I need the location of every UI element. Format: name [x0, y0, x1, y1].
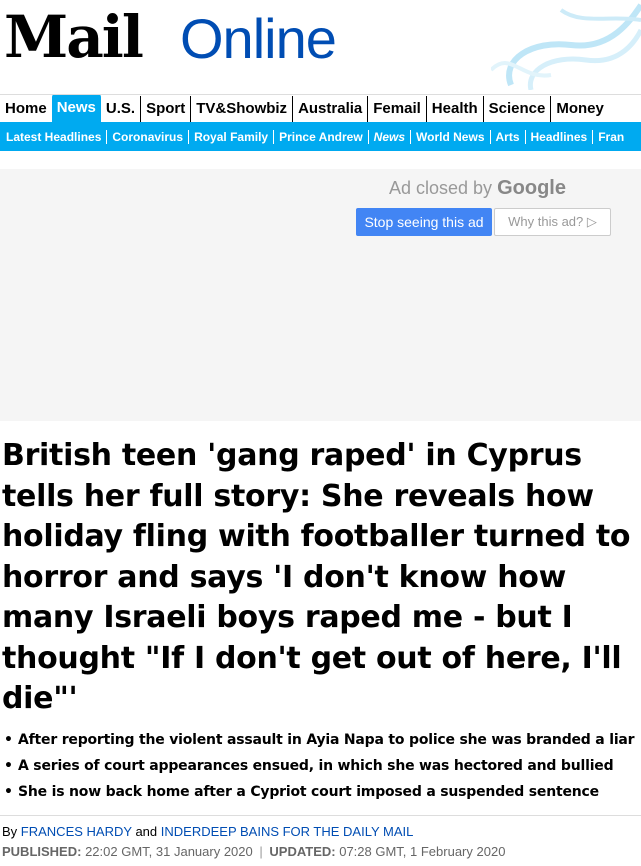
subnav-arts[interactable]: Arts	[489, 129, 525, 144]
author-link-frances-hardy[interactable]: FRANCES HARDY	[21, 824, 132, 839]
nav-femail[interactable]: Femail	[367, 96, 426, 122]
summary-bullet: A series of court appearances ensued, in…	[4, 753, 634, 779]
why-this-ad-label: Why this ad?	[508, 214, 584, 229]
decorative-swirl-icon	[491, 3, 641, 90]
byline-and: and	[135, 824, 158, 839]
stop-seeing-ad-button[interactable]: Stop seeing this ad	[356, 208, 492, 236]
byline-prefix: By	[2, 824, 18, 839]
subnav-latest-headlines[interactable]: Latest Headlines	[0, 130, 106, 144]
logo-online[interactable]: Online	[180, 4, 337, 74]
nav-australia[interactable]: Australia	[292, 96, 367, 122]
published-value: 22:02 GMT, 31 January 2020	[85, 844, 253, 859]
article-headline: British teen 'gang raped' in Cyprus tell…	[2, 438, 631, 716]
article-summary-list: After reporting the violent assault in A…	[4, 727, 635, 805]
nav-science[interactable]: Science	[482, 96, 551, 122]
ad-slot: Ad closed by Google Stop seeing this ad …	[0, 169, 641, 421]
nav-health[interactable]: Health	[425, 96, 483, 122]
subnav-news[interactable]: News	[367, 129, 410, 144]
google-brand: Google	[497, 177, 566, 199]
secondary-nav: Latest Headlines Coronavirus Royal Famil…	[0, 122, 641, 151]
updated-value: 07:28 GMT, 1 February 2020	[339, 844, 506, 859]
divider	[0, 815, 641, 816]
byline: By FRANCES HARDY and INDERDEEP BAINS FOR…	[2, 824, 413, 839]
masthead: Mail Online	[0, 0, 641, 90]
subnav-prince-andrew[interactable]: Prince Andrew	[273, 129, 368, 144]
subnav-world-news[interactable]: World News	[410, 129, 489, 144]
subnav-france[interactable]: Fran	[592, 129, 629, 144]
nav-money[interactable]: Money	[550, 96, 609, 122]
nav-tv-showbiz[interactable]: TV&Showbiz	[190, 96, 292, 122]
ad-closed-notice: Ad closed by Google	[389, 177, 566, 200]
summary-bullet: After reporting the violent assault in A…	[4, 727, 635, 753]
date-separator: |	[259, 844, 263, 859]
why-this-ad-button[interactable]: Why this ad? ▷	[494, 208, 611, 236]
subnav-coronavirus[interactable]: Coronavirus	[106, 129, 188, 144]
primary-nav: Home News U.S. Sport TV&Showbiz Australi…	[0, 94, 641, 122]
author-link-inderdeep-bains[interactable]: INDERDEEP BAINS FOR THE DAILY MAIL	[161, 824, 414, 839]
ad-closed-prefix: Ad closed by	[389, 178, 493, 198]
nav-sport[interactable]: Sport	[140, 96, 190, 122]
nav-us[interactable]: U.S.	[101, 96, 140, 122]
subnav-headlines[interactable]: Headlines	[524, 129, 593, 144]
summary-bullet: She is now back home after a Cypriot cou…	[4, 779, 634, 805]
subnav-royal-family[interactable]: Royal Family	[188, 129, 273, 144]
nav-news[interactable]: News	[51, 95, 101, 122]
published-label: PUBLISHED:	[2, 844, 82, 859]
nav-home[interactable]: Home	[0, 96, 52, 122]
logo-mail[interactable]: Mail	[4, 2, 144, 72]
play-triangle-icon: ▷	[586, 214, 597, 229]
article-dates: PUBLISHED: 22:02 GMT, 31 January 2020 | …	[2, 844, 505, 859]
updated-label: UPDATED:	[269, 844, 336, 859]
